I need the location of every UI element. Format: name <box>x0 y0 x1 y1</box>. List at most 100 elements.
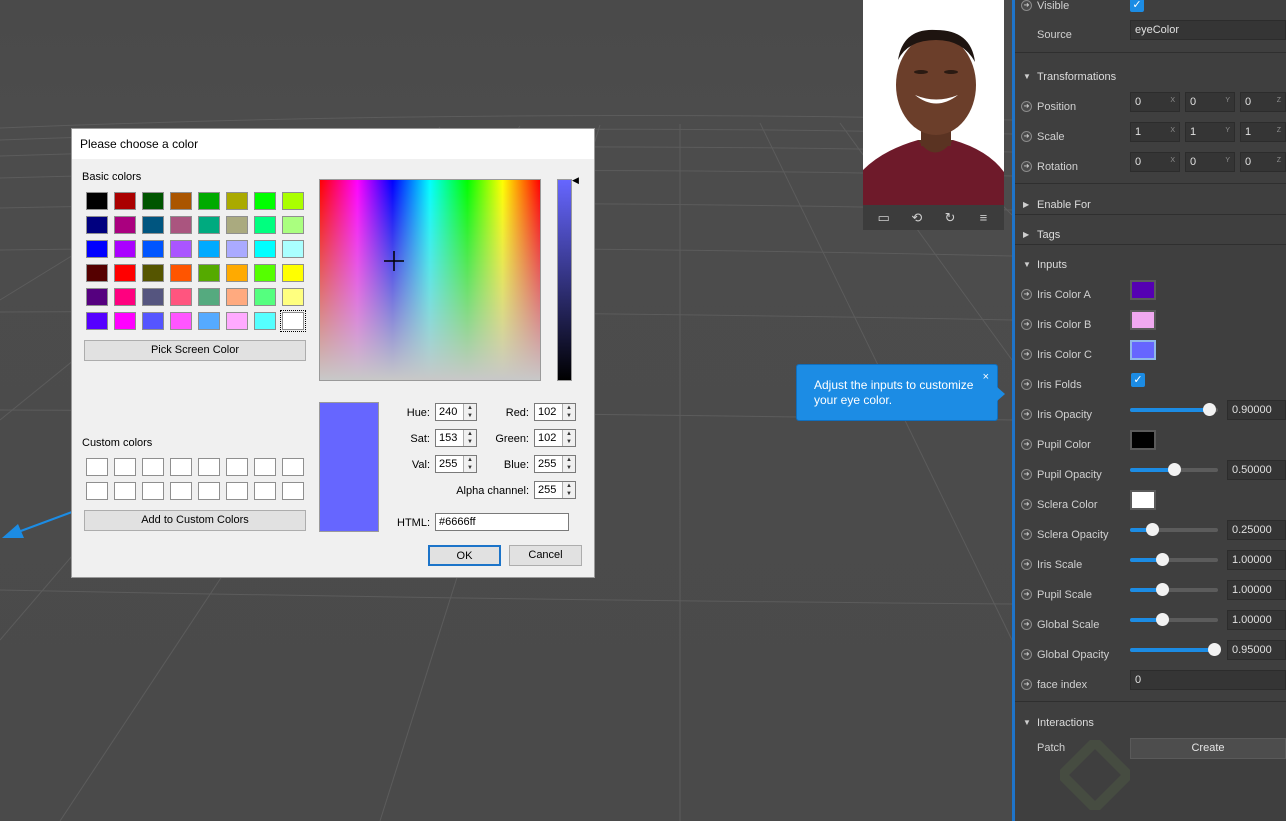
connect-icon[interactable]: ➜ <box>1021 409 1032 420</box>
basic-color-swatch[interactable] <box>114 288 136 306</box>
iris-scale-field[interactable]: 1.00000 <box>1227 550 1286 570</box>
iris-folds-checkbox[interactable]: ✓ <box>1131 373 1145 387</box>
basic-color-swatch[interactable] <box>114 240 136 258</box>
pick-screen-color-button[interactable]: Pick Screen Color <box>84 340 306 361</box>
connect-icon[interactable]: ➜ <box>1021 161 1032 172</box>
enable-for-section[interactable]: ▶ Enable For <box>1015 190 1286 220</box>
basic-color-swatch[interactable] <box>226 240 248 258</box>
basic-color-swatch[interactable] <box>142 312 164 330</box>
face-index-field[interactable]: 0 <box>1130 670 1286 690</box>
basic-color-swatch[interactable] <box>254 264 276 282</box>
custom-color-slot[interactable] <box>254 482 276 500</box>
connect-icon[interactable]: ➜ <box>1021 379 1032 390</box>
basic-color-swatch[interactable] <box>254 288 276 306</box>
custom-color-slot[interactable] <box>142 482 164 500</box>
source-field[interactable]: eyeColor <box>1130 20 1286 40</box>
expand-icon[interactable]: ▶ <box>1023 200 1029 209</box>
basic-color-swatch[interactable] <box>86 192 108 210</box>
basic-color-swatch[interactable] <box>170 216 192 234</box>
basic-color-swatch[interactable] <box>226 264 248 282</box>
basic-color-swatch[interactable] <box>142 240 164 258</box>
pupil-scale-field[interactable]: 1.00000 <box>1227 580 1286 600</box>
rotation-x-field[interactable]: 0X <box>1130 152 1180 172</box>
connect-icon[interactable]: ➜ <box>1021 101 1032 112</box>
basic-color-swatch[interactable] <box>142 216 164 234</box>
basic-color-swatch[interactable] <box>282 240 304 258</box>
global-scale-field[interactable]: 1.00000 <box>1227 610 1286 630</box>
iris-opacity-field[interactable]: 0.90000 <box>1227 400 1286 420</box>
basic-color-swatch[interactable] <box>86 312 108 330</box>
custom-color-slot[interactable] <box>198 482 220 500</box>
pupil-color-swatch[interactable] <box>1130 430 1156 450</box>
hue-spinbox[interactable]: 240 ▲ ▼ <box>435 403 477 421</box>
basic-color-swatch[interactable] <box>114 264 136 282</box>
add-custom-colors-button[interactable]: Add to Custom Colors <box>84 510 306 531</box>
custom-color-slot[interactable] <box>114 482 136 500</box>
connect-icon[interactable]: ➜ <box>1021 529 1032 540</box>
pupil-opacity-slider[interactable] <box>1130 463 1218 476</box>
sclera-opacity-field[interactable]: 0.25000 <box>1227 520 1286 540</box>
iris-color-b-swatch[interactable] <box>1130 310 1156 330</box>
basic-color-swatch[interactable] <box>114 216 136 234</box>
basic-color-swatch[interactable] <box>226 216 248 234</box>
collapse-icon[interactable]: ▼ <box>1023 718 1031 727</box>
interactions-section[interactable]: ▼ Interactions <box>1015 708 1286 738</box>
green-spinbox[interactable]: 102 ▲ ▼ <box>534 429 576 447</box>
close-icon[interactable]: × <box>983 370 989 385</box>
basic-color-swatch[interactable] <box>170 192 192 210</box>
hue-saturation-field[interactable] <box>319 179 541 381</box>
connect-icon[interactable]: ➜ <box>1021 499 1032 510</box>
connect-icon[interactable]: ➜ <box>1021 0 1032 11</box>
basic-color-swatch[interactable] <box>254 192 276 210</box>
basic-color-swatch[interactable] <box>170 264 192 282</box>
collapse-icon[interactable]: ▼ <box>1023 260 1031 269</box>
iris-color-c-swatch[interactable] <box>1130 340 1156 360</box>
custom-color-slot[interactable] <box>282 482 304 500</box>
global-opacity-slider[interactable] <box>1130 643 1221 656</box>
basic-color-swatch[interactable] <box>198 312 220 330</box>
create-patch-button[interactable]: Create <box>1130 738 1286 759</box>
connect-icon[interactable]: ➜ <box>1021 319 1032 330</box>
basic-color-swatch[interactable] <box>86 240 108 258</box>
scale-z-field[interactable]: 1Z <box>1240 122 1286 142</box>
custom-color-slot[interactable] <box>170 458 192 476</box>
connect-icon[interactable]: ➜ <box>1021 649 1032 660</box>
basic-color-swatch[interactable] <box>282 288 304 306</box>
basic-color-swatch[interactable] <box>86 288 108 306</box>
basic-color-swatch[interactable] <box>280 310 306 332</box>
visible-checkbox[interactable]: ✓ <box>1130 0 1144 12</box>
basic-color-swatch[interactable] <box>226 192 248 210</box>
basic-color-swatch[interactable] <box>170 312 192 330</box>
pupil-scale-slider[interactable] <box>1130 583 1218 596</box>
iris-scale-slider[interactable] <box>1130 553 1218 566</box>
global-opacity-field[interactable]: 0.95000 <box>1227 640 1286 660</box>
custom-color-slot[interactable] <box>282 458 304 476</box>
custom-color-slot[interactable] <box>114 458 136 476</box>
scale-y-field[interactable]: 1Y <box>1185 122 1235 142</box>
custom-color-slot[interactable] <box>198 458 220 476</box>
value-bar[interactable] <box>557 179 572 381</box>
basic-color-swatch[interactable] <box>86 216 108 234</box>
inputs-section[interactable]: ▼ Inputs <box>1015 250 1286 280</box>
pupil-opacity-field[interactable]: 0.50000 <box>1227 460 1286 480</box>
blue-spinbox[interactable]: 255 ▲ ▼ <box>534 455 576 473</box>
expand-icon[interactable]: ▶ <box>1023 230 1029 239</box>
connect-icon[interactable]: ➜ <box>1021 439 1032 450</box>
scale-x-field[interactable]: 1X <box>1130 122 1180 142</box>
basic-color-swatch[interactable] <box>226 312 248 330</box>
html-input[interactable]: #6666ff <box>435 513 569 531</box>
basic-color-swatch[interactable] <box>114 312 136 330</box>
basic-color-swatch[interactable] <box>282 192 304 210</box>
red-spinbox[interactable]: 102 ▲ ▼ <box>534 403 576 421</box>
custom-color-slot[interactable] <box>226 458 248 476</box>
position-z-field[interactable]: 0Z <box>1240 92 1286 112</box>
basic-color-swatch[interactable] <box>142 192 164 210</box>
basic-color-swatch[interactable] <box>198 192 220 210</box>
global-scale-slider[interactable] <box>1130 613 1218 626</box>
iris-color-a-swatch[interactable] <box>1130 280 1156 300</box>
custom-color-slot[interactable] <box>170 482 192 500</box>
basic-color-swatch[interactable] <box>198 288 220 306</box>
basic-color-swatch[interactable] <box>142 288 164 306</box>
connect-icon[interactable]: ➜ <box>1021 289 1032 300</box>
sat-spinbox[interactable]: 153 ▲ ▼ <box>435 429 477 447</box>
